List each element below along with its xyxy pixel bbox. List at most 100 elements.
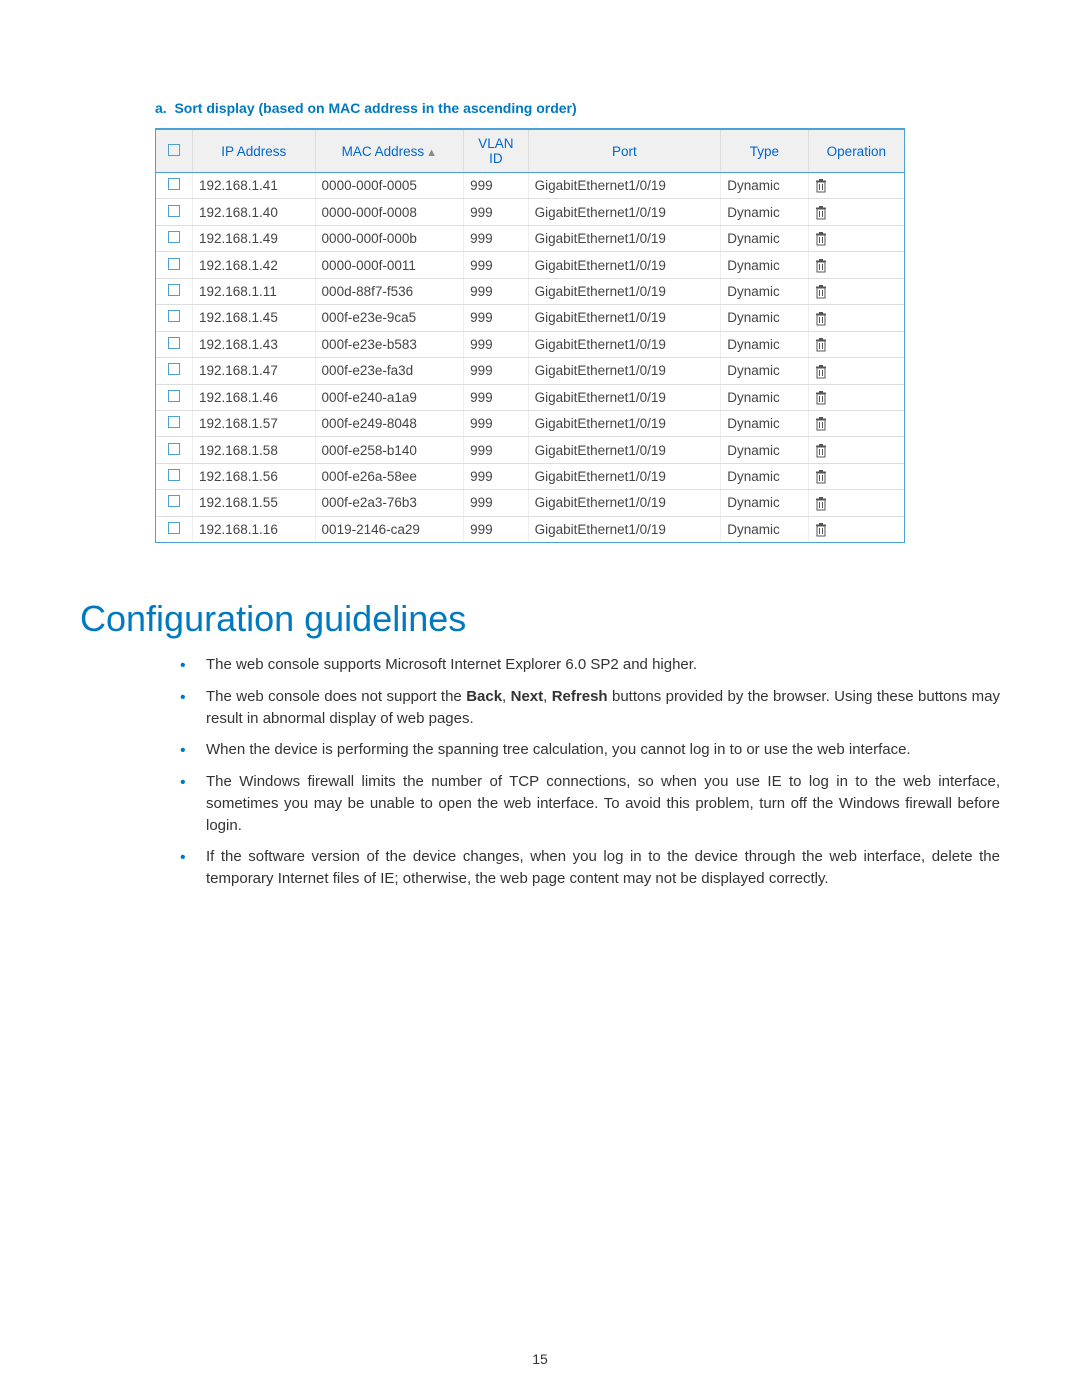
row-checkbox[interactable] (168, 522, 180, 534)
row-checkbox[interactable] (168, 469, 180, 481)
table-row: 192.168.1.55000f-e2a3-76b3999GigabitEthe… (156, 490, 904, 516)
cell-ip: 192.168.1.11 (193, 278, 316, 304)
cell-ip: 192.168.1.16 (193, 516, 316, 542)
col-header-ip[interactable]: IP Address (193, 130, 316, 173)
row-checkbox[interactable] (168, 443, 180, 455)
col-header-checkbox[interactable] (156, 130, 193, 173)
bold-text: Refresh (552, 688, 608, 705)
text: The Windows firewall limits the number o… (206, 773, 1000, 834)
trash-icon[interactable] (815, 523, 827, 537)
row-checkbox[interactable] (168, 178, 180, 190)
trash-icon[interactable] (815, 470, 827, 484)
col-header-vlan[interactable]: VLAN ID (464, 130, 528, 173)
row-checkbox[interactable] (168, 416, 180, 428)
row-checkbox-cell (156, 410, 193, 436)
row-checkbox[interactable] (168, 337, 180, 349)
list-item: The Windows firewall limits the number o… (180, 771, 1000, 846)
cell-vlan: 999 (464, 305, 528, 331)
row-checkbox-cell (156, 173, 193, 199)
row-checkbox[interactable] (168, 310, 180, 322)
cell-mac: 000f-e26a-58ee (315, 463, 464, 489)
row-checkbox[interactable] (168, 390, 180, 402)
row-checkbox-cell (156, 516, 193, 542)
trash-icon[interactable] (815, 179, 827, 193)
page-number: 15 (0, 1351, 1080, 1367)
cell-mac: 000f-e23e-9ca5 (315, 305, 464, 331)
cell-ip: 192.168.1.47 (193, 358, 316, 384)
trash-icon[interactable] (815, 338, 827, 352)
cell-operation (808, 225, 904, 251)
row-checkbox-cell (156, 463, 193, 489)
trash-icon[interactable] (815, 232, 827, 246)
trash-icon[interactable] (815, 497, 827, 511)
cell-type: Dynamic (721, 463, 808, 489)
cell-type: Dynamic (721, 278, 808, 304)
text: The web console does not support the (206, 688, 466, 705)
trash-icon[interactable] (815, 417, 827, 431)
cell-mac: 0019-2146-ca29 (315, 516, 464, 542)
cell-mac: 000f-e240-a1a9 (315, 384, 464, 410)
sort-asc-icon: ▲ (424, 147, 437, 159)
cell-ip: 192.168.1.41 (193, 173, 316, 199)
row-checkbox[interactable] (168, 231, 180, 243)
trash-icon[interactable] (815, 206, 827, 220)
cell-mac: 000f-e23e-fa3d (315, 358, 464, 384)
col-header-vlan-l1: VLAN (478, 136, 513, 151)
select-all-checkbox[interactable] (168, 144, 180, 156)
cell-ip: 192.168.1.55 (193, 490, 316, 516)
cell-operation (808, 278, 904, 304)
cell-operation (808, 199, 904, 225)
trash-icon[interactable] (815, 285, 827, 299)
cell-type: Dynamic (721, 225, 808, 251)
cell-mac: 0000-000f-0008 (315, 199, 464, 225)
cell-vlan: 999 (464, 437, 528, 463)
table-row: 192.168.1.11000d-88f7-f536999GigabitEthe… (156, 278, 904, 304)
cell-ip: 192.168.1.46 (193, 384, 316, 410)
table-row: 192.168.1.47000f-e23e-fa3d999GigabitEthe… (156, 358, 904, 384)
caption-text: Sort display (based on MAC address in th… (174, 100, 576, 116)
col-header-type[interactable]: Type (721, 130, 808, 173)
cell-type: Dynamic (721, 490, 808, 516)
row-checkbox[interactable] (168, 363, 180, 375)
row-checkbox-cell (156, 490, 193, 516)
cell-operation (808, 305, 904, 331)
cell-type: Dynamic (721, 331, 808, 357)
row-checkbox-cell (156, 305, 193, 331)
cell-port: GigabitEthernet1/0/19 (528, 252, 721, 278)
trash-icon[interactable] (815, 365, 827, 379)
row-checkbox-cell (156, 225, 193, 251)
trash-icon[interactable] (815, 259, 827, 273)
section-heading: Configuration guidelines (80, 598, 1000, 640)
list-item: If the software version of the device ch… (180, 846, 1000, 900)
text: If the software version of the device ch… (206, 848, 1000, 887)
cell-vlan: 999 (464, 173, 528, 199)
row-checkbox[interactable] (168, 284, 180, 296)
list-item: The web console supports Microsoft Inter… (180, 654, 1000, 686)
trash-icon[interactable] (815, 391, 827, 405)
col-header-operation[interactable]: Operation (808, 130, 904, 173)
row-checkbox-cell (156, 199, 193, 225)
cell-vlan: 999 (464, 331, 528, 357)
trash-icon[interactable] (815, 312, 827, 326)
cell-type: Dynamic (721, 437, 808, 463)
row-checkbox[interactable] (168, 258, 180, 270)
cell-type: Dynamic (721, 516, 808, 542)
cell-vlan: 999 (464, 252, 528, 278)
cell-mac: 0000-000f-0005 (315, 173, 464, 199)
col-header-port[interactable]: Port (528, 130, 721, 173)
list-item: When the device is performing the spanni… (180, 739, 1000, 771)
bold-text: Back (466, 688, 502, 705)
cell-operation (808, 463, 904, 489)
cell-port: GigabitEthernet1/0/19 (528, 463, 721, 489)
row-checkbox[interactable] (168, 205, 180, 217)
col-header-mac[interactable]: MAC Address▲ (315, 130, 464, 173)
row-checkbox[interactable] (168, 495, 180, 507)
text: , (543, 688, 552, 705)
table-row: 192.168.1.58000f-e258-b140999GigabitEthe… (156, 437, 904, 463)
cell-port: GigabitEthernet1/0/19 (528, 490, 721, 516)
row-checkbox-cell (156, 437, 193, 463)
trash-icon[interactable] (815, 444, 827, 458)
col-header-mac-label: MAC Address (342, 144, 425, 159)
cell-mac: 000f-e258-b140 (315, 437, 464, 463)
table-row: 192.168.1.160019-2146-ca29999GigabitEthe… (156, 516, 904, 542)
